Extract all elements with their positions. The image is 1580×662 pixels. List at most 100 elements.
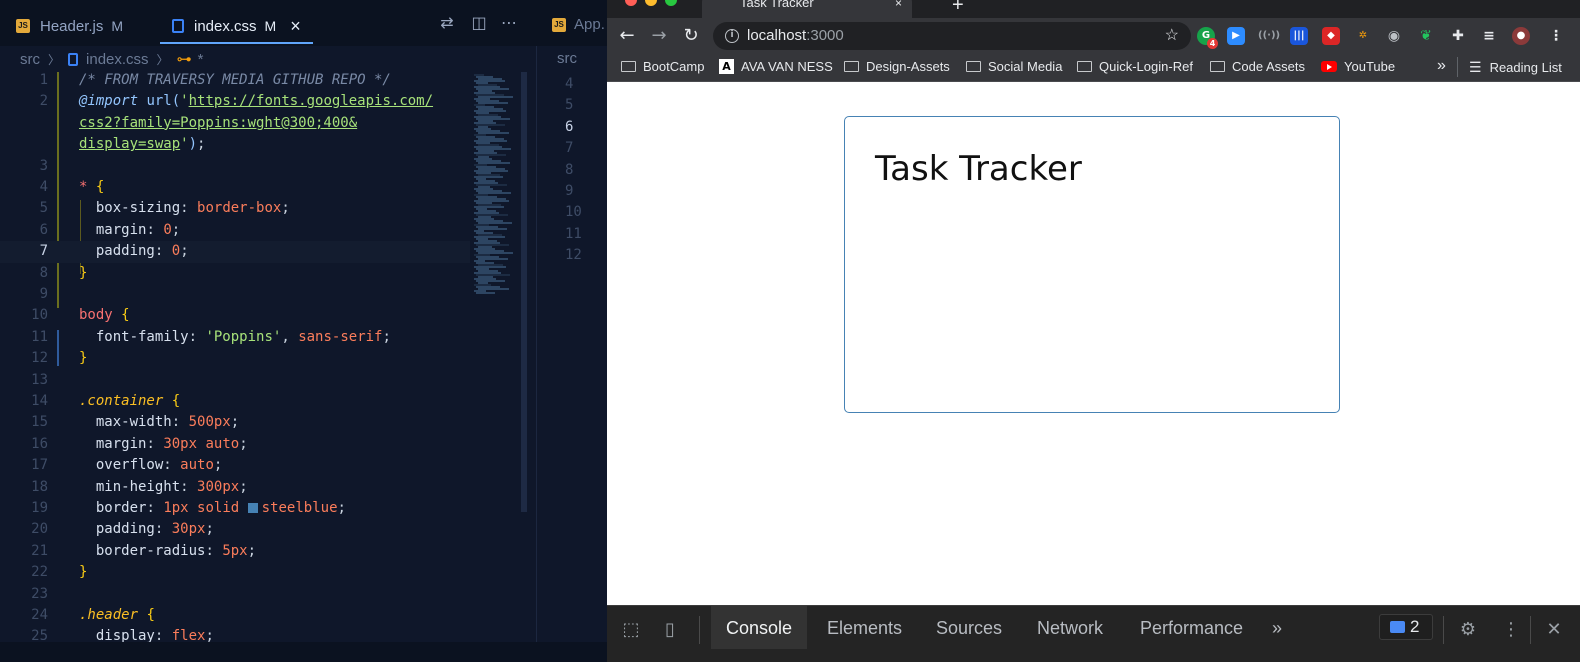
code-line[interactable]: 4 * { bbox=[0, 177, 470, 198]
compare-changes-icon[interactable]: ⇄ bbox=[438, 14, 456, 32]
issues-badge[interactable]: 2 bbox=[1379, 614, 1433, 640]
tab-network[interactable]: Network bbox=[1037, 618, 1103, 639]
code-line[interactable]: 12} bbox=[0, 348, 470, 369]
code-line[interactable]: 2 @import url('https://fonts.googleapis.c… bbox=[0, 91, 470, 112]
split-editor-icon[interactable]: ◫ bbox=[470, 14, 488, 32]
code-line[interactable]: 8} bbox=[0, 263, 470, 284]
inspect-element-icon[interactable]: ⬚ bbox=[619, 618, 643, 642]
leaf-extension-icon[interactable]: ❦ bbox=[1417, 27, 1435, 45]
code-line[interactable]: 7 padding: 0; bbox=[0, 241, 470, 263]
code-line[interactable]: 15 max-width: 500px; bbox=[0, 412, 470, 433]
maximize-window-button[interactable] bbox=[665, 0, 677, 6]
code-line[interactable]: 13 bbox=[0, 370, 470, 391]
gear-icon[interactable]: ⚙ bbox=[1456, 618, 1480, 642]
close-window-button[interactable] bbox=[625, 0, 637, 6]
profile-avatar[interactable]: ● bbox=[1512, 27, 1530, 45]
bookmark-youtube[interactable]: YouTube bbox=[1321, 59, 1395, 74]
bookmark-quick-login-ref[interactable]: Quick-Login-Ref bbox=[1077, 59, 1193, 74]
gem-extension-icon[interactable]: ◆ bbox=[1322, 27, 1340, 45]
more-options-icon[interactable]: ⋮ bbox=[1499, 618, 1523, 642]
more-tabs-button[interactable]: » bbox=[1272, 618, 1282, 639]
bookmark-code-assets[interactable]: Code Assets bbox=[1210, 59, 1305, 74]
media-playlist-icon[interactable]: ≡ bbox=[1480, 27, 1498, 45]
code-area[interactable]: 1 /* FROM TRAVERSY MEDIA GITHUB REPO */ 2 @… bbox=[0, 70, 470, 650]
reload-icon[interactable]: ↻ bbox=[679, 24, 703, 48]
editor-scrollbar[interactable] bbox=[521, 72, 527, 512]
tab-sources[interactable]: Sources bbox=[936, 618, 1002, 639]
code-line[interactable]: 3 bbox=[0, 156, 470, 177]
radio-extension-icon[interactable]: ((·)) bbox=[1258, 27, 1280, 45]
tab-label: App. bbox=[574, 16, 605, 33]
code-line[interactable]: 17 overflow: auto; bbox=[0, 455, 470, 476]
reading-list-icon: ☰ bbox=[1469, 59, 1482, 75]
code-text: padding: 0; bbox=[95, 243, 189, 260]
code-text: @import url('https://fonts.googleapis.co… bbox=[79, 93, 434, 110]
app-container: Task Tracker bbox=[844, 116, 1340, 413]
close-icon[interactable]: × bbox=[895, 0, 902, 10]
tab-app-js[interactable]: JS App. bbox=[552, 16, 605, 33]
code-line[interactable]: 1 /* FROM TRAVERSY MEDIA GITHUB REPO */ bbox=[0, 70, 470, 91]
spider-extension-icon[interactable]: ✲ bbox=[1354, 27, 1372, 45]
code-line[interactable]: 6 margin: 0; bbox=[0, 220, 470, 241]
minimap[interactable] bbox=[466, 70, 528, 530]
breadcrumb-file[interactable]: index.css bbox=[86, 51, 149, 68]
code-line[interactable]: 14 .container { bbox=[0, 391, 470, 412]
browser-tab[interactable]: Task Tracker × bbox=[702, 0, 912, 18]
code-text: } bbox=[79, 350, 88, 367]
site-info-icon[interactable]: i bbox=[725, 29, 739, 43]
code-line[interactable]: 10 body { bbox=[0, 305, 470, 326]
bookmark-ava-van-ness[interactable]: A AVA VAN NESS bbox=[719, 59, 833, 74]
code-line[interactable]: 18 min-height: 300px; bbox=[0, 477, 470, 498]
code-line[interactable]: 21 border-radius: 5px; bbox=[0, 541, 470, 562]
code-line[interactable]: 19 border: 1px solid steelblue; bbox=[0, 498, 470, 519]
browser-menu-icon[interactable]: ⋮ bbox=[1547, 27, 1565, 45]
bookmark-social-media[interactable]: Social Media bbox=[966, 59, 1062, 74]
close-icon[interactable]: ✕ bbox=[1542, 618, 1566, 642]
bookmark-star-icon[interactable]: ☆ bbox=[1165, 25, 1179, 45]
close-icon[interactable]: × bbox=[290, 16, 301, 37]
back-arrow-icon[interactable]: ← bbox=[615, 24, 639, 48]
address-bar[interactable]: i localhost:3000 ☆ bbox=[713, 22, 1191, 50]
bookmark-design-assets[interactable]: Design-Assets bbox=[844, 59, 950, 74]
line-number: 4 bbox=[565, 76, 574, 92]
breadcrumb-folder[interactable]: src bbox=[557, 50, 577, 67]
minimize-window-button[interactable] bbox=[645, 0, 657, 6]
camera-extension-icon[interactable]: ◉ bbox=[1385, 27, 1403, 45]
more-actions-icon[interactable]: ⋯ bbox=[500, 14, 518, 32]
code-line[interactable]: 20 padding: 30px; bbox=[0, 519, 470, 540]
code-line[interactable]: 24 .header { bbox=[0, 605, 470, 626]
tab-performance[interactable]: Performance bbox=[1140, 618, 1243, 639]
breadcrumb: src 〉 index.css 〉 ⊶ * bbox=[0, 46, 540, 72]
ruler-extension-icon[interactable]: ||| bbox=[1290, 27, 1308, 45]
device-toolbar-icon[interactable]: ▯ bbox=[658, 618, 682, 642]
line-number: 19 bbox=[31, 500, 48, 516]
code-line[interactable]: display=swap'); bbox=[0, 134, 470, 155]
code-text: min-height: 300px; bbox=[95, 478, 248, 495]
line-number: 4 bbox=[39, 179, 48, 195]
tab-elements[interactable]: Elements bbox=[827, 618, 902, 639]
tab-index-css[interactable]: index.css M × bbox=[172, 8, 301, 44]
code-line[interactable]: 16 margin: 30px auto; bbox=[0, 434, 470, 455]
code-line[interactable]: 11 font-family: 'Poppins', sans-serif; bbox=[0, 327, 470, 348]
code-line[interactable]: css2?family=Poppins:wght@300;400& bbox=[0, 113, 470, 134]
new-tab-button[interactable]: + bbox=[952, 0, 964, 17]
tab-console[interactable]: Console bbox=[726, 618, 792, 639]
bookmark-bootcamp[interactable]: BootCamp bbox=[621, 59, 704, 74]
tab-label: index.css bbox=[194, 17, 257, 35]
zoom-extension-icon[interactable]: ▶ bbox=[1227, 27, 1245, 45]
line-number: 21 bbox=[31, 542, 48, 559]
forward-arrow-icon[interactable]: → bbox=[647, 24, 671, 48]
editor-bottom-bar bbox=[0, 642, 607, 662]
editor-tab-bar: JS Header.js M index.css M × ⇄ ◫ ⋯ JS Ap… bbox=[0, 0, 607, 46]
tab-header-js[interactable]: JS Header.js M bbox=[16, 8, 123, 44]
breadcrumb-folder[interactable]: src bbox=[20, 51, 40, 68]
code-line[interactable]: 9 bbox=[0, 284, 470, 305]
code-line[interactable]: 23 bbox=[0, 584, 470, 605]
tab-label: Header.js bbox=[40, 17, 104, 35]
reading-list-button[interactable]: ☰ Reading List bbox=[1469, 59, 1562, 76]
code-line[interactable]: 5 box-sizing: border-box; bbox=[0, 198, 470, 219]
breadcrumb-symbol[interactable]: * bbox=[198, 51, 204, 68]
puzzle-extensions-icon[interactable]: ✚ bbox=[1449, 27, 1467, 45]
code-line[interactable]: 22} bbox=[0, 562, 470, 583]
more-bookmarks-button[interactable]: » bbox=[1437, 57, 1446, 75]
